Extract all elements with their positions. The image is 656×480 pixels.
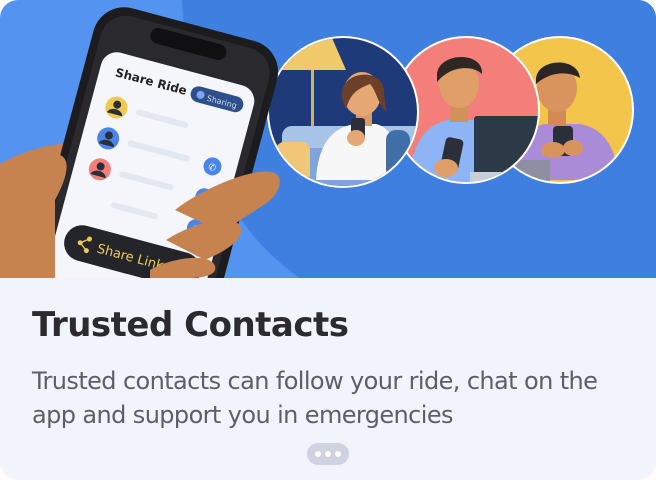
more-dots-icon [325, 451, 331, 457]
onboarding-title: Trusted Contacts [32, 305, 349, 345]
onboarding-description: Trusted contacts can follow your ride, c… [32, 367, 598, 429]
onboarding-card: Share Ride Sharing ✆ Share Link Trusted … [0, 0, 656, 480]
hero-illustration: Share Ride Sharing ✆ Share Link [0, 0, 656, 278]
more-dots-icon [315, 451, 321, 457]
more-dots-icon [335, 451, 341, 457]
phone-mockup: Share Ride Sharing ✆ Share Link [23, 7, 279, 278]
page-indicator[interactable] [307, 443, 349, 465]
